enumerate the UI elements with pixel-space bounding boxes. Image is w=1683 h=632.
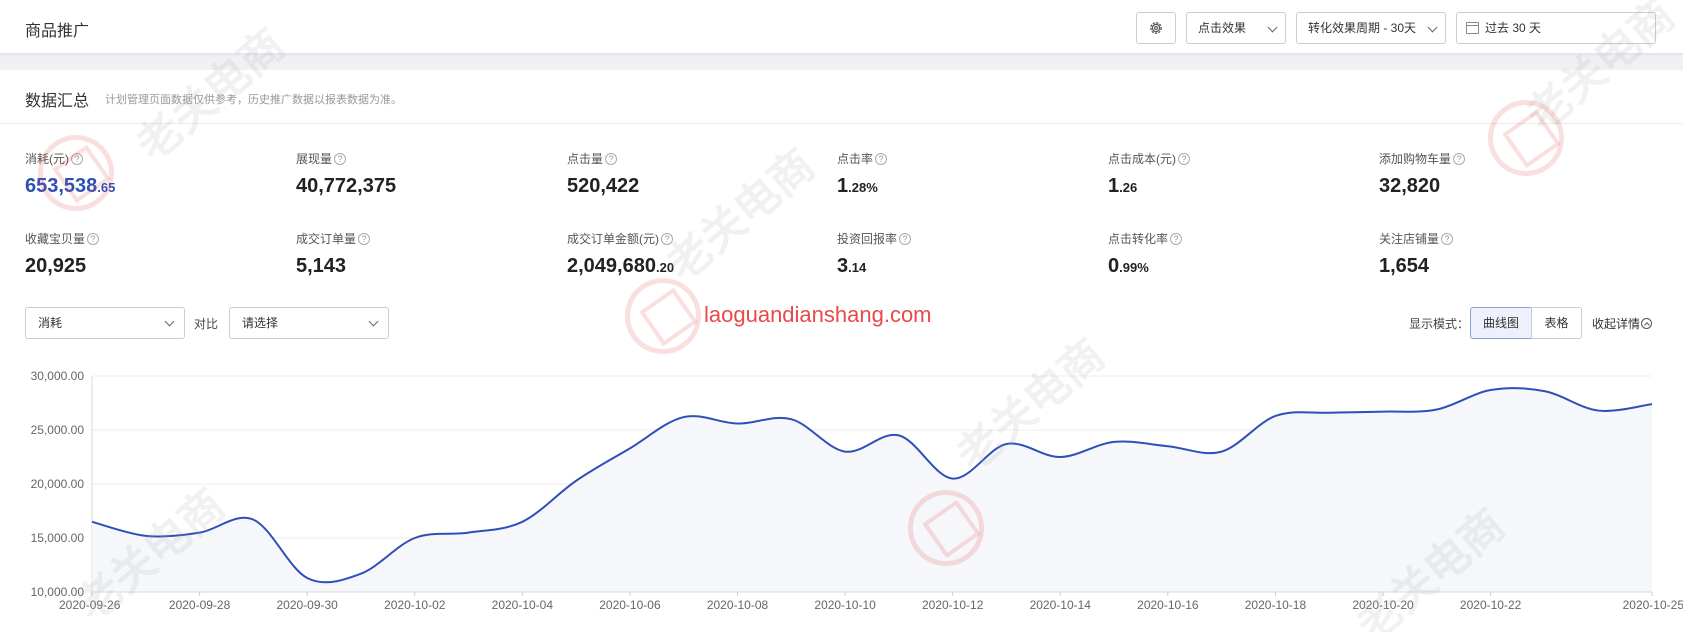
y-tick-label: 20,000.00 <box>31 477 85 491</box>
series-area <box>92 388 1652 592</box>
top-bar: 商品推广 点击效果 转化效果周期 - 30天 过去 30 天 <box>0 0 1683 54</box>
x-tick-label: 2020-10-14 <box>1030 598 1092 612</box>
x-tick-label: 2020-10-04 <box>492 598 554 612</box>
date-range-picker[interactable]: 过去 30 天 <box>1456 12 1656 44</box>
y-tick-label: 25,000.00 <box>31 423 85 437</box>
settings-button[interactable] <box>1136 12 1176 44</box>
y-tick-label: 30,000.00 <box>31 369 85 383</box>
y-tick-label: 10,000.00 <box>31 585 85 599</box>
calendar-icon <box>1466 22 1479 34</box>
x-tick-label: 2020-10-18 <box>1245 598 1307 612</box>
trend-chart: 30,000.00 25,000.00 20,000.00 15,000.00 10,0… <box>31 369 1683 612</box>
x-tick-label: 2020-10-12 <box>922 598 984 612</box>
effect-dropdown-value: 点击效果 <box>1198 21 1247 35</box>
effect-dropdown[interactable]: 点击效果 <box>1186 12 1286 44</box>
watermark-site: laoguandianshang.com <box>704 302 932 327</box>
x-tick-label: 2020-10-22 <box>1460 598 1522 612</box>
summary-card: 数据汇总 计划管理页面数据仅供参考，历史推广数据以报表数据为准。 消耗(元)? 6… <box>0 70 1683 632</box>
period-dropdown[interactable]: 转化效果周期 - 30天 <box>1296 12 1446 44</box>
x-tick-label: 2020-10-10 <box>814 598 876 612</box>
y-tick-label: 15,000.00 <box>31 531 85 545</box>
x-tick-label: 2020-10-08 <box>707 598 769 612</box>
period-dropdown-value: 转化效果周期 - 30天 <box>1308 21 1417 35</box>
x-tick-label: 2020-10-02 <box>384 598 446 612</box>
x-tick-label: 2020-09-26 <box>59 598 121 612</box>
date-range-value: 过去 30 天 <box>1485 21 1542 35</box>
chevron-down-icon <box>1427 22 1438 33</box>
gear-icon <box>1150 22 1162 34</box>
x-tick-label: 2020-09-28 <box>169 598 231 612</box>
x-tick-label: 2020-10-06 <box>599 598 661 612</box>
x-tick-label: 2020-09-30 <box>276 598 338 612</box>
page-title: 商品推广 <box>25 23 90 40</box>
x-tick-label: 2020-10-16 <box>1137 598 1199 612</box>
chevron-down-icon <box>1267 22 1278 33</box>
x-tick-label: 2020-10-20 <box>1352 598 1414 612</box>
x-tick-label: 2020-10-25 <box>1623 598 1683 612</box>
